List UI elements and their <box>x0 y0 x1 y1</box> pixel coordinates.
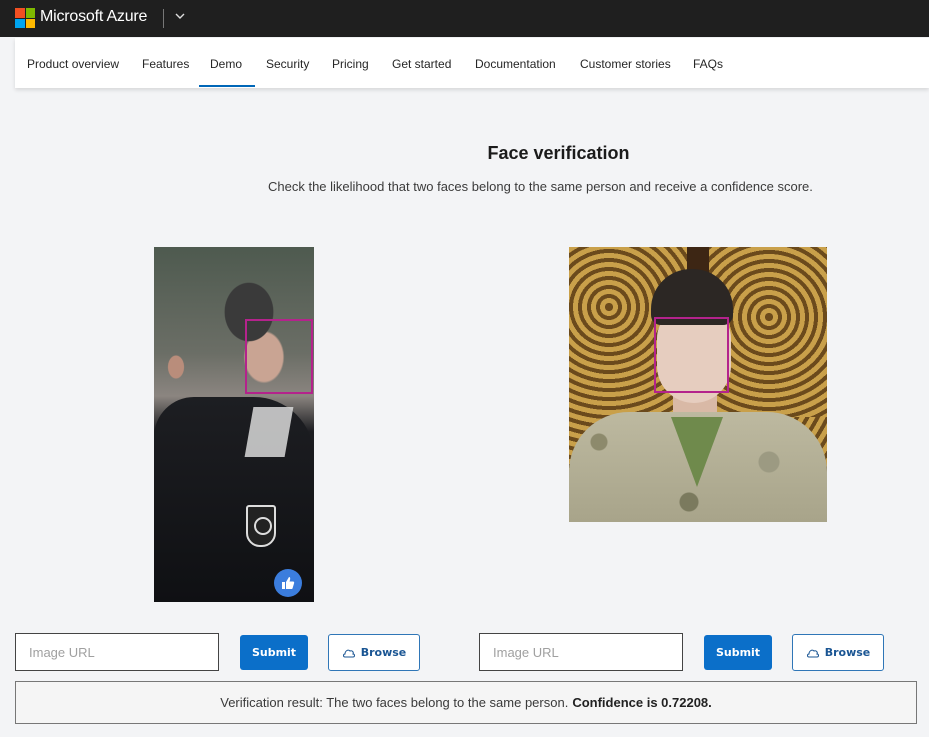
image-url-input-2[interactable] <box>479 633 683 671</box>
submit-button-1[interactable]: Submit <box>240 635 308 670</box>
chevron-down-icon[interactable] <box>173 9 187 23</box>
image-detail-patch <box>246 505 276 547</box>
microsoft-logo-icon[interactable] <box>15 8 35 28</box>
nav-item-get-started[interactable]: Get started <box>392 57 451 71</box>
nav-item-demo[interactable]: Demo <box>210 57 242 71</box>
result-text: Verification result: The two faces belon… <box>220 695 569 710</box>
nav-item-faqs[interactable]: FAQs <box>693 57 723 71</box>
nav-item-customer-stories[interactable]: Customer stories <box>580 57 671 71</box>
thumbs-up-icon[interactable] <box>274 569 302 597</box>
upload-cloud-icon <box>342 649 355 657</box>
top-bar: Microsoft Azure <box>0 0 929 37</box>
nav-item-documentation[interactable]: Documentation <box>475 57 556 71</box>
page-title: Face verification <box>487 143 630 163</box>
nav-item-pricing[interactable]: Pricing <box>332 57 369 71</box>
confidence-text: Confidence is 0.72208. <box>572 695 712 710</box>
browse-button-1[interactable]: Browse <box>328 634 420 671</box>
nav-item-product-overview[interactable]: Product overview <box>27 57 119 71</box>
active-tab-indicator <box>199 85 255 87</box>
brand-name[interactable]: Microsoft Azure <box>40 8 147 26</box>
nav-item-features[interactable]: Features <box>142 57 189 71</box>
brand-divider <box>163 9 164 28</box>
browse-button-2[interactable]: Browse <box>792 634 884 671</box>
image-url-input-1[interactable] <box>15 633 219 671</box>
product-nav: Product overview Features Demo Security … <box>15 38 929 88</box>
nav-item-security[interactable]: Security <box>266 57 309 71</box>
browse-label: Browse <box>360 646 407 659</box>
submit-button-2[interactable]: Submit <box>704 635 772 670</box>
page-subtitle: Check the likelihood that two faces belo… <box>268 179 813 194</box>
face-bounding-box-1 <box>245 319 313 394</box>
upload-cloud-icon <box>806 649 819 657</box>
face-bounding-box-2 <box>654 317 729 393</box>
face-image-1 <box>154 247 314 602</box>
browse-label: Browse <box>824 646 871 659</box>
verification-result: Verification result: The two faces belon… <box>15 681 917 724</box>
